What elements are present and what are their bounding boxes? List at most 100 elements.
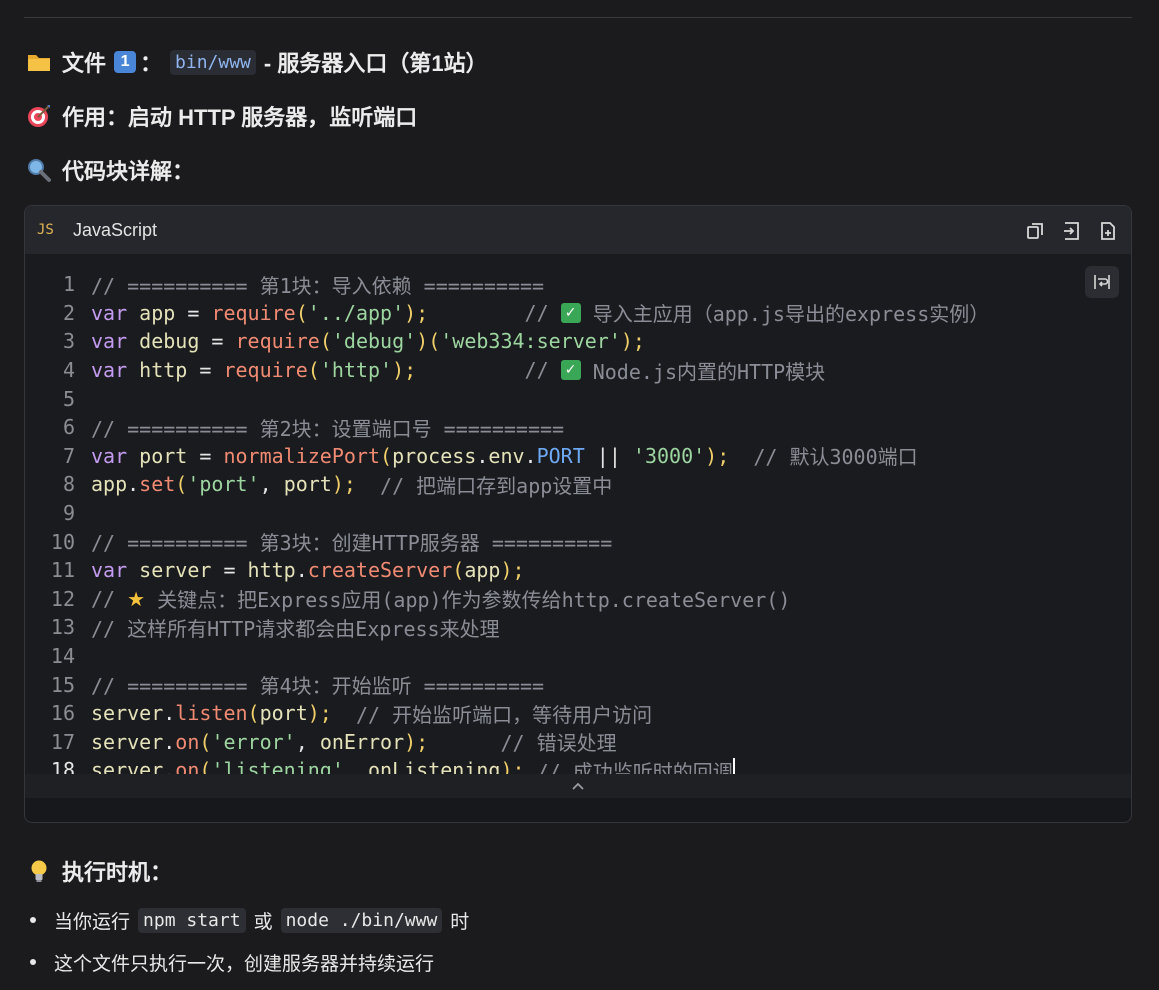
code-body[interactable]: 1 // ========== 第1块：导入依赖 ========== 2 var … bbox=[25, 254, 1131, 798]
keyword: var bbox=[91, 358, 128, 383]
check-mark-icon: ✓ bbox=[560, 302, 581, 323]
wrap-toggle-button[interactable] bbox=[1085, 266, 1119, 298]
function-name: require bbox=[235, 329, 320, 354]
file-heading-label: 文件 bbox=[62, 51, 107, 76]
light-bulb-icon bbox=[26, 858, 52, 884]
code-block-actions bbox=[1025, 220, 1119, 247]
line-number: 16 bbox=[50, 701, 75, 726]
language-label: JavaScript bbox=[73, 219, 158, 240]
code-detail-heading: 代码块详解： bbox=[26, 155, 194, 185]
comment: // ========== 第4块：开始监听 ========== bbox=[91, 674, 545, 699]
line-number: 1 bbox=[62, 272, 75, 297]
function-name: require bbox=[223, 358, 308, 383]
operator: = bbox=[211, 329, 236, 354]
paren: ); bbox=[620, 329, 645, 354]
comment: // bbox=[524, 300, 561, 325]
keyword: var bbox=[91, 300, 128, 325]
comment: // 开始监听端口，等待用户访问 bbox=[331, 702, 653, 727]
code-detail-heading-label: 代码块详解： bbox=[62, 159, 195, 184]
comment: // ========== 第1块：导入依赖 ========== bbox=[91, 273, 545, 298]
identifier: http bbox=[127, 358, 200, 383]
inline-code: npm start bbox=[138, 907, 246, 933]
code-line: 6 // ========== 第2块：设置端口号 ========== bbox=[25, 413, 989, 442]
line-number: 6 bbox=[62, 415, 75, 440]
check-mark-icon: ✓ bbox=[560, 360, 581, 381]
line-number: 11 bbox=[50, 558, 75, 583]
code-line: 1 // ========== 第1块：导入依赖 ========== bbox=[25, 270, 989, 299]
code-line: 15 // ========== 第4块：开始监听 ========== bbox=[25, 670, 989, 699]
identifier: server bbox=[127, 558, 224, 583]
operator: = bbox=[187, 300, 212, 325]
operator: = bbox=[223, 558, 248, 583]
paren: ); bbox=[404, 729, 429, 754]
code-lines: 1 // ========== 第1块：导入依赖 ========== 2 var … bbox=[25, 270, 989, 785]
copy-icon[interactable] bbox=[1025, 220, 1047, 247]
function-name: normalizePort bbox=[223, 443, 381, 468]
comment: // 把端口存到app设置中 bbox=[355, 473, 613, 498]
constant: PORT bbox=[536, 443, 585, 468]
paren: ); bbox=[705, 443, 730, 468]
identifier: env bbox=[488, 443, 525, 468]
identifier: app bbox=[464, 558, 501, 583]
line-number: 2 bbox=[62, 300, 75, 325]
new-file-icon[interactable] bbox=[1097, 220, 1119, 247]
comment: // ========== 第3块：创建HTTP服务器 ========== bbox=[91, 531, 613, 556]
paren: ); bbox=[392, 358, 417, 383]
code-block: JS JavaScript 1 // ========== 第1块：导入依赖 ==… bbox=[24, 205, 1132, 823]
line-number: 8 bbox=[62, 472, 75, 497]
bullet-dot bbox=[30, 917, 36, 923]
target-icon bbox=[26, 103, 52, 129]
chevron-up-icon bbox=[572, 782, 584, 790]
code-line: 7 var port = normalizePort(process. env. PO… bbox=[25, 442, 989, 471]
function-name: require bbox=[211, 300, 296, 325]
paren: ); bbox=[307, 701, 332, 726]
operator: . bbox=[163, 729, 176, 754]
line-number: 7 bbox=[62, 443, 75, 468]
operator: || bbox=[584, 443, 633, 468]
insert-icon[interactable] bbox=[1061, 220, 1083, 247]
keyword: var bbox=[91, 329, 128, 354]
code-line: 5 bbox=[25, 384, 989, 413]
paren: ( bbox=[295, 300, 308, 325]
operator: . bbox=[163, 701, 176, 726]
code-line: 3 var debug = require('debug')('web334:se… bbox=[25, 327, 989, 356]
identifier: port bbox=[259, 701, 308, 726]
comment: // ========== 第2块：设置端口号 ========== bbox=[91, 416, 565, 441]
code-line: 9 bbox=[25, 499, 989, 528]
paren: ); bbox=[331, 472, 356, 497]
identifier: debug bbox=[127, 329, 212, 354]
comment: // bbox=[91, 586, 128, 611]
comment: Node.js内置的HTTP模块 bbox=[580, 359, 826, 384]
timing-heading: 执行时机： bbox=[26, 856, 172, 886]
keyword: var bbox=[91, 443, 128, 468]
paren: ( bbox=[319, 329, 332, 354]
wrap-icon bbox=[1094, 275, 1110, 289]
line-number: 10 bbox=[50, 529, 75, 554]
paren: )( bbox=[416, 329, 441, 354]
code-line: 10 // ========== 第3块：创建HTTP服务器 ========== bbox=[25, 527, 989, 556]
operator: = bbox=[199, 358, 224, 383]
identifier: onError bbox=[319, 729, 405, 754]
line-number: 5 bbox=[62, 386, 75, 411]
identifier: port bbox=[127, 443, 200, 468]
collapse-bar[interactable] bbox=[25, 774, 1131, 798]
code-line: 13 // 这样所有HTTP请求都会由Express来处理 bbox=[25, 613, 989, 642]
function-name: createServer bbox=[307, 558, 453, 583]
identifier: app bbox=[91, 472, 128, 497]
string: 'error' bbox=[211, 729, 296, 754]
identifier: port bbox=[283, 472, 332, 497]
string: 'http' bbox=[319, 358, 393, 383]
comment: 关键点：把Express应用(app)作为参数传给http.createServ… bbox=[145, 588, 791, 613]
string: '../app' bbox=[307, 300, 405, 325]
operator: = bbox=[199, 443, 224, 468]
code-block-header: JS JavaScript bbox=[25, 206, 1131, 254]
paren: ( bbox=[247, 701, 260, 726]
paren: ( bbox=[175, 472, 188, 497]
identifier: app bbox=[127, 300, 188, 325]
code-line: 11 var server = http. createServer(app); bbox=[25, 556, 989, 585]
comment: // 错误处理 bbox=[428, 731, 617, 756]
line-number: 15 bbox=[50, 672, 75, 697]
operator: . bbox=[295, 558, 308, 583]
operator: , bbox=[259, 472, 284, 497]
